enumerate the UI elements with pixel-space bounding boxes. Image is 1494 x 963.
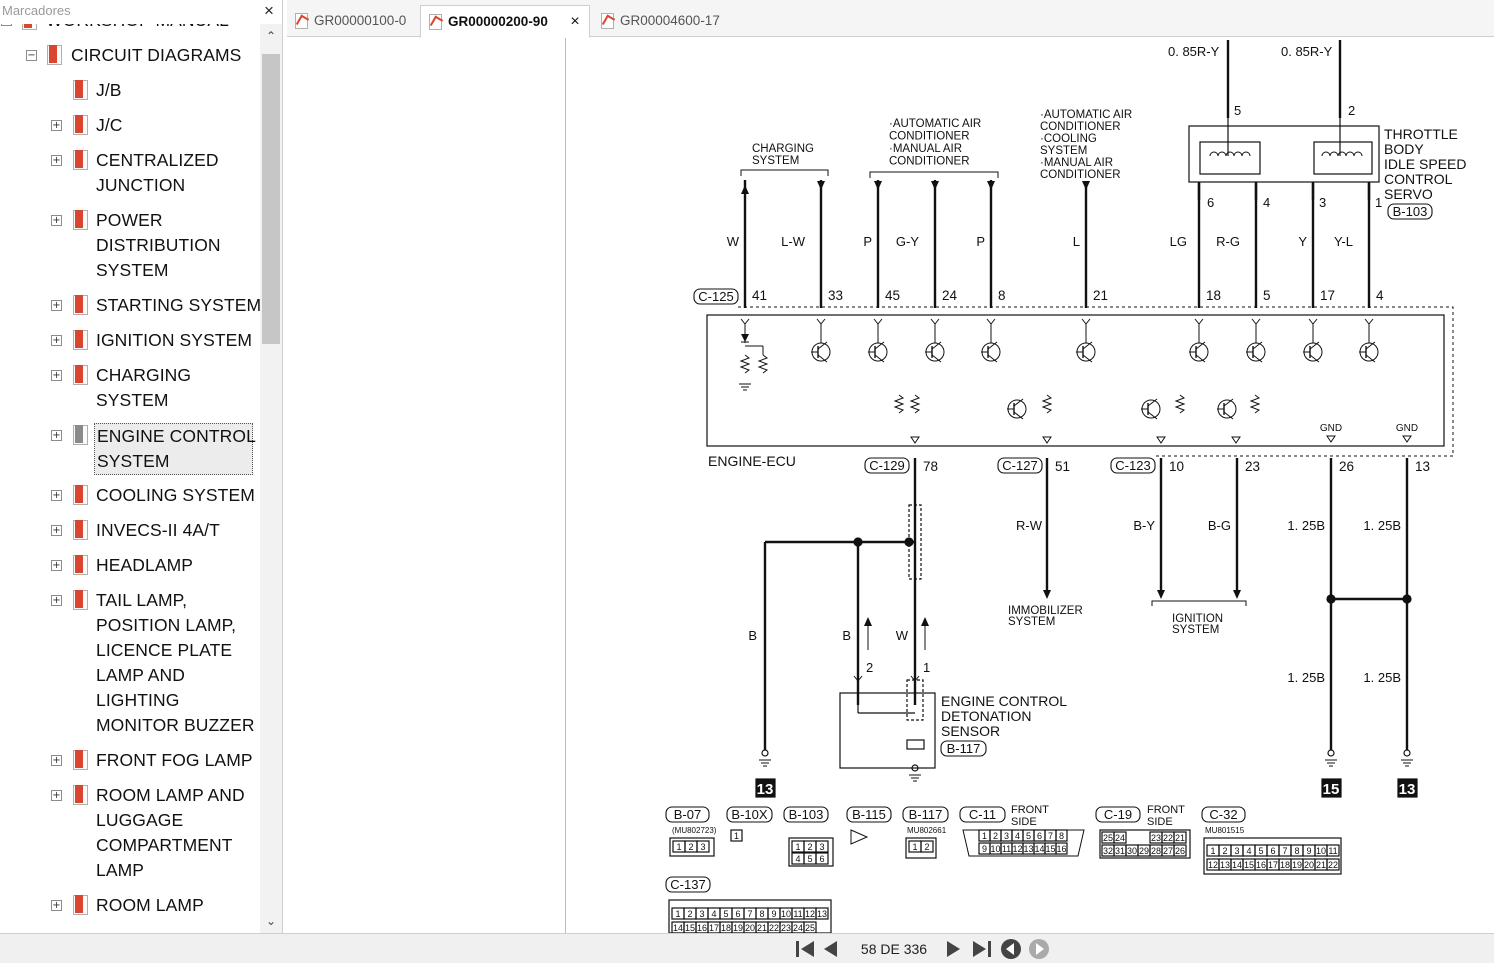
go-forward-icon[interactable] bbox=[1028, 938, 1050, 960]
bookmark-label[interactable]: ENGINE CONTROL SYSTEM bbox=[94, 423, 256, 475]
expand-icon[interactable]: + bbox=[51, 490, 62, 501]
expand-icon[interactable]: + bbox=[51, 430, 62, 441]
last-page-icon[interactable] bbox=[970, 938, 994, 960]
page-navigation: 58 DE 336 bbox=[0, 933, 1494, 963]
scrollbar-thumb[interactable] bbox=[262, 54, 280, 344]
bookmark-label[interactable]: CIRCUIT DIAGRAMS bbox=[71, 43, 241, 68]
bookmark-label[interactable]: J/B bbox=[96, 78, 122, 103]
bookmark-icon bbox=[47, 45, 62, 65]
expand-icon[interactable]: + bbox=[51, 370, 62, 381]
bookmark-label[interactable]: POWER DISTRIBUTION SYSTEM bbox=[96, 208, 221, 283]
bookmarks-panel: Marcadores × − WORKSHOP MANUAL − CIRCUIT DI… bbox=[0, 0, 283, 933]
expand-icon[interactable]: + bbox=[51, 155, 62, 166]
expand-icon[interactable]: + bbox=[51, 525, 62, 536]
bookmark-icon bbox=[73, 750, 88, 770]
bookmark-label[interactable]: COOLING SYSTEM bbox=[96, 483, 255, 508]
bookmark-icon bbox=[73, 520, 88, 540]
pdf-icon bbox=[295, 13, 308, 29]
bookmark-icon bbox=[73, 785, 88, 805]
bookmark-icon bbox=[73, 295, 88, 315]
bookmark-icon bbox=[73, 150, 88, 170]
bookmark-label[interactable]: CENTRALIZED JUNCTION bbox=[96, 148, 219, 198]
tab-gr00000200[interactable]: GR00000200-90 × bbox=[420, 5, 590, 38]
expand-icon[interactable]: + bbox=[51, 755, 62, 766]
document-tabs: GR00000100-0 GR00000200-90 × GR00004600-… bbox=[287, 0, 1494, 38]
expand-icon[interactable]: + bbox=[51, 900, 62, 911]
bookmark-icon bbox=[73, 425, 88, 445]
expand-icon[interactable]: + bbox=[51, 120, 62, 131]
bookmark-label[interactable]: J/C bbox=[96, 113, 123, 138]
expand-icon[interactable]: + bbox=[51, 215, 62, 226]
scroll-up-icon[interactable]: ⌃ bbox=[260, 26, 282, 46]
bookmark-label[interactable]: WORKSHOP MANUAL bbox=[46, 24, 229, 33]
bookmark-icon bbox=[73, 115, 88, 135]
expand-icon[interactable]: + bbox=[51, 335, 62, 346]
bookmark-label[interactable]: TAIL LAMP, POSITION LAMP, LICENCE PLATE LAM… bbox=[96, 588, 255, 738]
first-page-icon[interactable] bbox=[794, 938, 818, 960]
bookmark-label[interactable]: ROOM LAMP AND LUGGAGE COMPARTMENT LAMP bbox=[96, 783, 245, 883]
page-divider bbox=[565, 38, 566, 933]
bookmark-tree: − WORKSHOP MANUAL − CIRCUIT DIAGRAMS J/B + J/C… bbox=[0, 24, 260, 933]
tab-gr00004600[interactable]: GR00004600-17 bbox=[593, 5, 743, 37]
page-indicator[interactable]: 58 DE 336 bbox=[846, 941, 942, 957]
bookmark-label[interactable]: IGNITION SYSTEM bbox=[96, 328, 252, 353]
tab-gr00000100[interactable]: GR00000100-0 bbox=[287, 5, 417, 37]
bookmark-icon bbox=[22, 24, 37, 30]
close-bookmarks-button[interactable]: × bbox=[260, 1, 278, 21]
bookmark-label[interactable]: FRONT FOG LAMP bbox=[96, 748, 253, 773]
next-page-icon[interactable] bbox=[944, 938, 962, 960]
bookmark-icon bbox=[73, 590, 88, 610]
expand-icon[interactable]: + bbox=[51, 560, 62, 571]
collapse-icon[interactable]: − bbox=[1, 24, 12, 26]
bookmark-icon bbox=[73, 555, 88, 575]
bookmark-label[interactable]: STARTING SYSTEM bbox=[96, 293, 260, 318]
expand-icon[interactable]: + bbox=[51, 595, 62, 606]
bookmark-icon bbox=[73, 330, 88, 350]
bookmark-label[interactable]: CHARGING SYSTEM bbox=[96, 363, 191, 413]
bookmark-icon bbox=[73, 80, 88, 100]
expand-icon[interactable]: + bbox=[51, 790, 62, 801]
bookmarks-header: Marcadores × bbox=[0, 0, 283, 24]
previous-page-icon[interactable] bbox=[822, 938, 840, 960]
bookmark-icon bbox=[73, 365, 88, 385]
expand-icon[interactable]: + bbox=[51, 300, 62, 311]
bookmark-label[interactable]: HEADLAMP bbox=[96, 553, 193, 578]
go-back-icon[interactable] bbox=[1000, 938, 1022, 960]
bookmark-icon bbox=[73, 485, 88, 505]
document-viewer[interactable] bbox=[287, 38, 1494, 933]
bookmarks-scrollbar[interactable]: ⌃ ⌄ bbox=[260, 24, 282, 933]
bookmark-label[interactable]: ROOM LAMP bbox=[96, 893, 204, 918]
close-tab-icon[interactable]: × bbox=[567, 6, 583, 38]
pdf-icon bbox=[429, 14, 442, 30]
bookmark-label[interactable]: INVECS-II 4A/T bbox=[96, 518, 220, 543]
bookmarks-title: Marcadores bbox=[2, 3, 71, 18]
tab-label: GR00004600-17 bbox=[620, 13, 720, 28]
collapse-icon[interactable]: − bbox=[26, 50, 37, 61]
tab-label: GR00000200-90 bbox=[448, 14, 548, 29]
bookmark-icon bbox=[73, 895, 88, 915]
pdf-icon bbox=[601, 13, 614, 29]
scroll-down-icon[interactable]: ⌄ bbox=[260, 911, 282, 931]
tab-label: GR00000100-0 bbox=[314, 13, 407, 28]
bookmark-icon bbox=[73, 210, 88, 230]
